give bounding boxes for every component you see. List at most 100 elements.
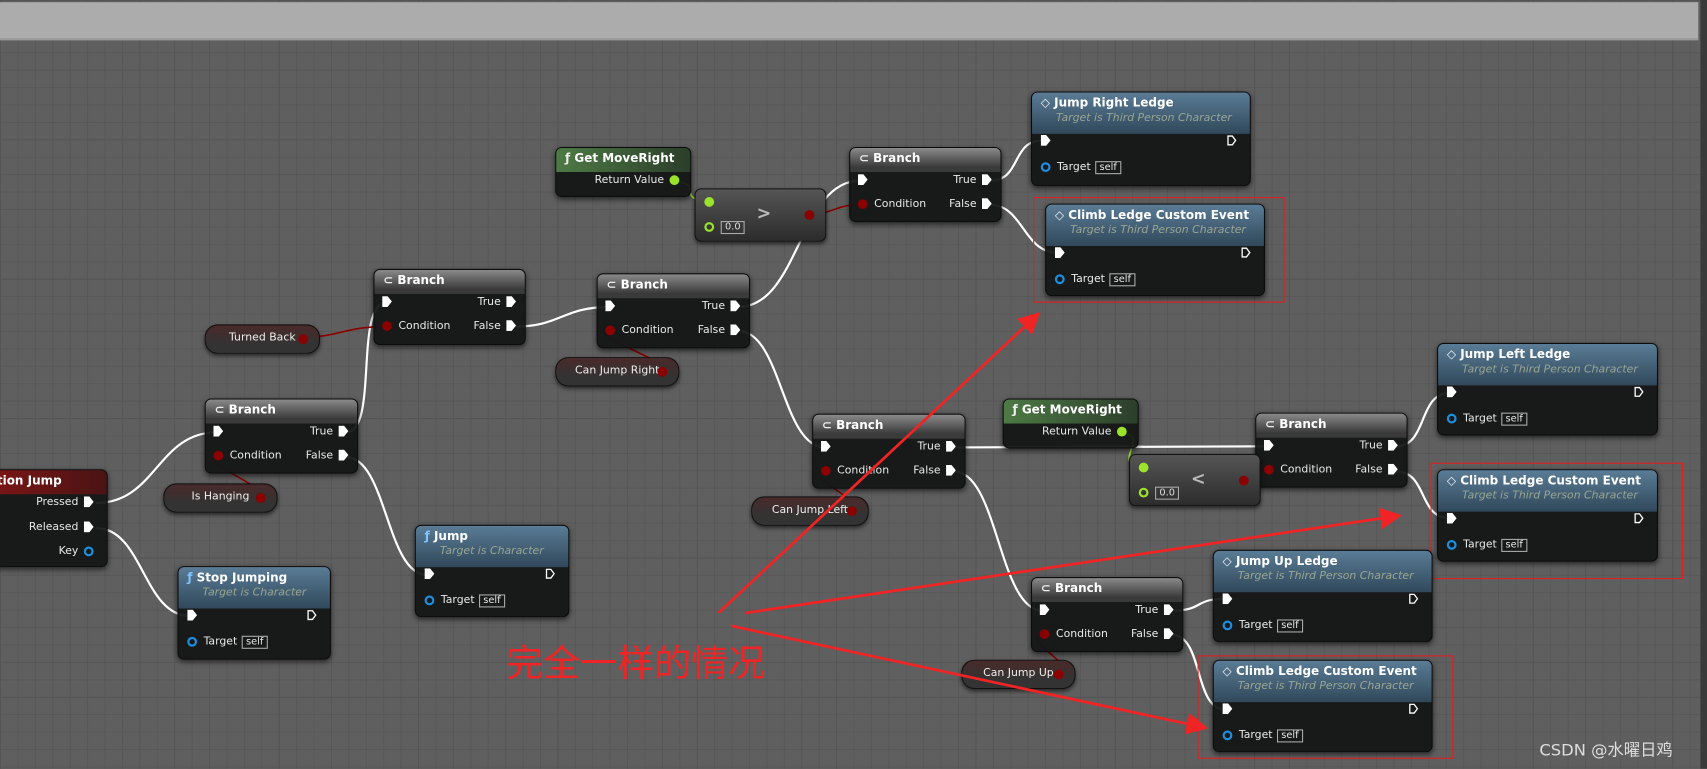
exec-pin-icon[interactable] [730,300,741,312]
key-pin[interactable]: Key [59,545,94,557]
input-b-pin[interactable]: 0.0 [704,220,745,235]
exec-pin-icon[interactable] [946,464,956,476]
exec-pin-icon[interactable] [187,609,198,621]
released-pin[interactable]: Released [29,521,94,533]
bool-pin-icon[interactable] [1263,464,1274,475]
exec-pin-icon[interactable] [1409,593,1419,604]
exec-pin-icon[interactable] [1263,439,1274,451]
float-pin-icon[interactable] [1138,462,1149,472]
condition-pin[interactable]: Condition [820,465,889,477]
bool-pin-icon[interactable] [857,198,868,209]
bool-pin-icon[interactable] [298,334,309,345]
true-pin[interactable]: True [1359,439,1398,452]
exec-in-pin[interactable] [1039,604,1050,616]
exec-pin-icon[interactable] [1040,134,1051,146]
object-pin-icon[interactable] [187,636,198,647]
scrollbar[interactable] [1700,0,1707,769]
variable-can-jump-up[interactable]: Can Jump Up [961,659,1076,690]
exec-pin-icon[interactable] [1388,463,1398,475]
exec-in-pin[interactable] [382,296,392,308]
br-node[interactable]: ⊂ Branch Condition True False [1030,576,1184,653]
exec-pin-icon[interactable] [857,174,868,186]
return-value-pin[interactable]: Return Value [595,174,680,186]
bool-pin-icon[interactable] [846,506,857,517]
br-node[interactable]: ⊂ Branch Condition True False [204,398,359,474]
exec-pin-icon[interactable] [1163,604,1174,616]
exec-in-pin[interactable] [1446,386,1457,398]
float-pin-icon[interactable] [1138,487,1149,497]
exec-out-pin[interactable] [545,568,555,580]
pressed-pin[interactable]: Pressed [36,496,94,508]
false-pin[interactable]: False [1355,463,1398,476]
compare-node-less[interactable]: 0.0 < [1128,453,1261,507]
condition-pin[interactable]: Condition [382,320,450,332]
exec-out-pin[interactable] [1227,135,1237,147]
exec-in-pin[interactable] [187,609,198,622]
target-pin[interactable]: Target self [1222,619,1303,633]
condition-pin[interactable]: Condition [1039,628,1108,640]
target-pin[interactable]: Target self [1040,161,1122,175]
br-node[interactable]: ⊂ Branch Condition True False [1255,412,1408,488]
target-self-value[interactable]: self [478,594,505,608]
target-self-value[interactable]: self [1276,619,1303,633]
condition-pin[interactable]: Condition [605,324,674,336]
false-pin[interactable]: False [913,464,956,477]
exec-out-pin[interactable] [1409,593,1419,605]
true-pin[interactable]: True [478,296,517,308]
input-a-pin[interactable] [1138,462,1149,474]
exec-out-pin[interactable] [1634,386,1644,398]
compare-node-greater[interactable]: 0.0 > [694,188,827,242]
return-value-pin[interactable]: Return Value [1042,426,1127,438]
exec-in-pin[interactable] [820,440,831,453]
bool-pin-icon[interactable] [213,450,224,460]
false-pin[interactable]: False [1131,628,1174,640]
exec-in-pin[interactable] [857,174,868,186]
target-pin[interactable]: Target self [424,594,505,608]
exec-pin-icon[interactable] [545,568,555,579]
blueprint-graph-canvas[interactable]: utAction Jump Pressed Released Key ⊂ Branch C… [0,0,1707,769]
target-self-value[interactable]: self [1501,412,1528,426]
exec-pin-icon[interactable] [1163,628,1174,640]
exec-pin-icon[interactable] [338,449,349,461]
target-self-value[interactable]: self [1095,161,1122,175]
float-pin-icon[interactable] [1116,426,1127,437]
exec-pin-icon[interactable] [605,300,616,312]
exec-pin-icon[interactable] [946,440,956,452]
bool-pin-icon[interactable] [605,324,616,335]
br-node[interactable]: ⊂ Branch Condition True False [812,413,966,489]
exec-pin-icon[interactable] [820,440,831,452]
false-pin[interactable]: False [949,198,992,210]
exec-in-pin[interactable] [424,568,435,580]
target-pin[interactable]: Target self [187,635,268,649]
true-pin[interactable]: True [917,440,956,453]
input-b-value[interactable]: 0.0 [1155,486,1180,500]
jul-node[interactable]: ◇ Jump Up Ledge Target is Third Person Ch… [1212,549,1433,643]
jump-node[interactable]: ƒ Jump Target is Character Target self [414,524,570,618]
false-pin[interactable]: False [306,449,349,462]
stop-node[interactable]: ƒ Stop Jumping Target is Character Target s… [177,566,331,660]
target-pin[interactable]: Target self [1446,412,1528,426]
bool-pin-icon[interactable] [1053,669,1064,680]
condition-pin[interactable]: Condition [857,198,926,210]
exec-pin-icon[interactable] [83,521,94,533]
jrl-node[interactable]: ◇ Jump Right Ledge Target is Third Person… [1030,91,1251,187]
true-pin[interactable]: True [310,425,349,438]
exec-pin-icon[interactable] [1388,439,1398,451]
variable-turned-back[interactable]: Turned Back [204,324,321,354]
object-pin-icon[interactable] [1040,161,1051,172]
getmr-node[interactable]: ƒ Get MoveRight Return Value [555,146,692,198]
float-pin-icon[interactable] [704,221,715,232]
exec-pin-icon[interactable] [1446,386,1457,398]
exec-pin-icon[interactable] [382,296,392,307]
getmr-node[interactable]: ƒ Get MoveRight Return Value [1002,398,1139,449]
br-node[interactable]: ⊂ Branch Condition True False [849,146,1002,223]
exec-in-pin[interactable] [213,425,224,438]
exec-in-pin[interactable] [605,300,616,312]
bool-pin-icon[interactable] [382,320,392,331]
condition-pin[interactable]: Condition [213,450,282,462]
input-b-pin[interactable]: 0.0 [1138,486,1180,500]
object-pin-icon[interactable] [424,594,435,605]
exec-out-pin[interactable] [307,610,317,622]
br-node[interactable]: ⊂ Branch Condition True False [373,268,526,346]
exec-pin-icon[interactable] [1222,593,1233,605]
